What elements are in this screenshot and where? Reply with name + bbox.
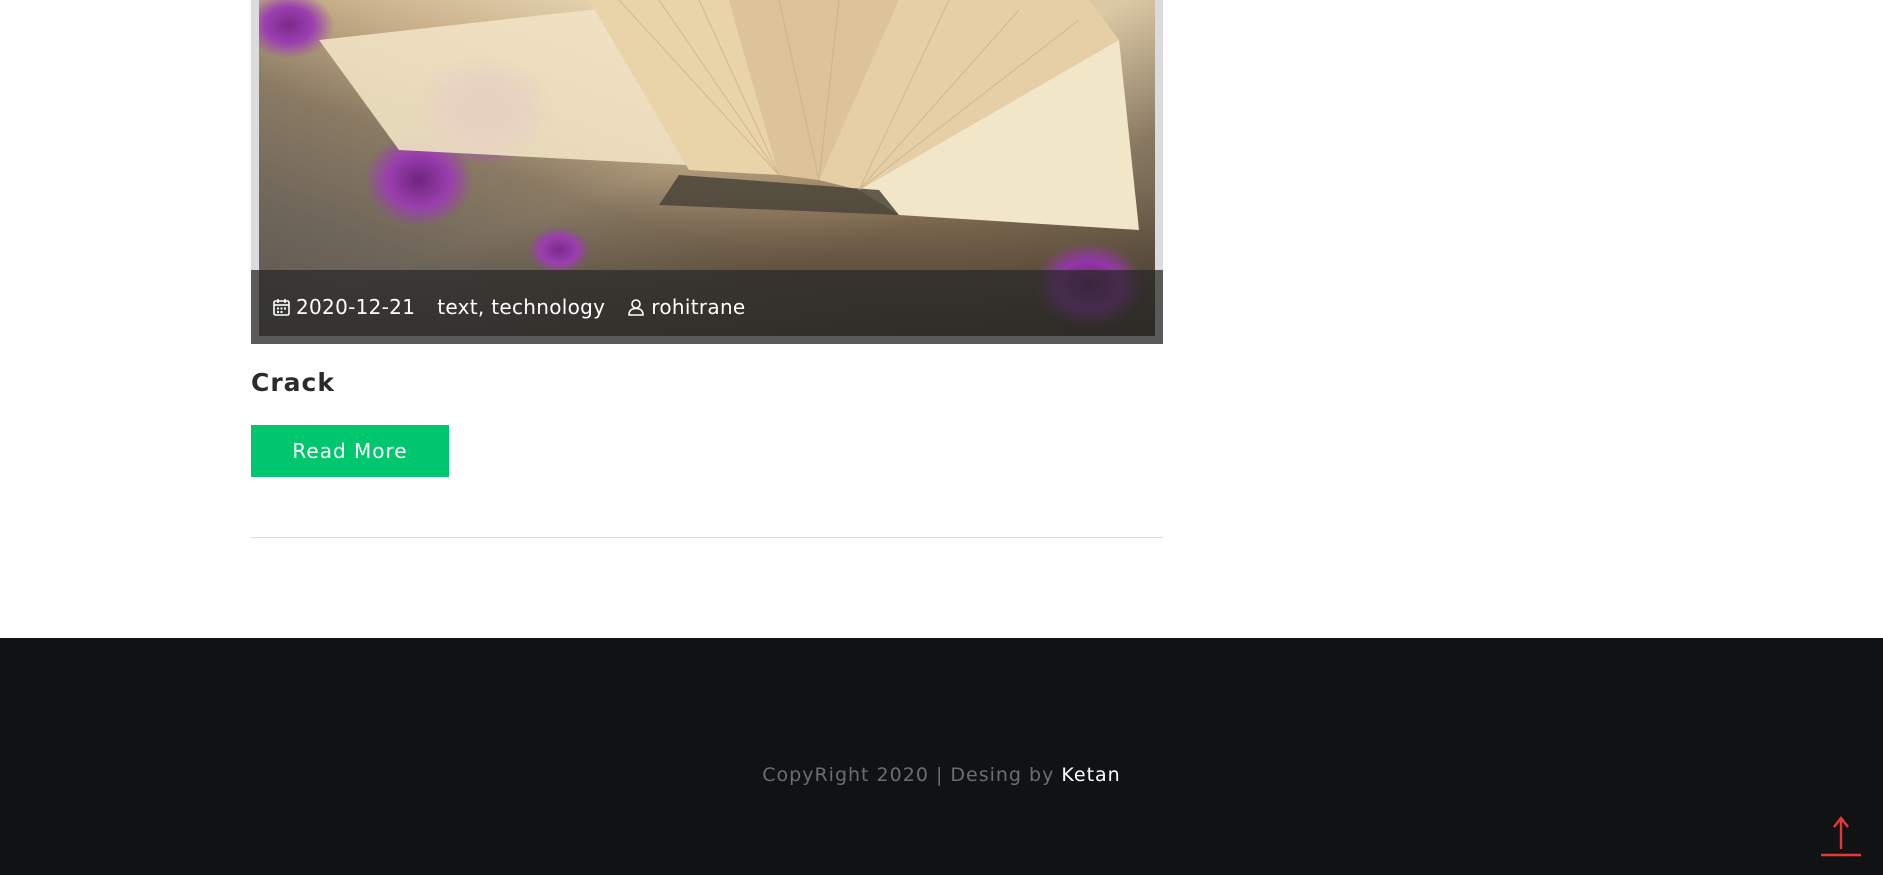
copyright-text: CopyRight 2020 | Desing by Ketan — [0, 764, 1883, 786]
post-meta-bar: 2020-12-21 text, technology rohitrane — [251, 270, 1163, 344]
back-to-top-button[interactable] — [1821, 815, 1861, 861]
post-date: 2020-12-21 — [273, 295, 415, 319]
arrow-up-icon — [1821, 816, 1861, 857]
user-icon — [628, 299, 645, 316]
post-date-text: 2020-12-21 — [296, 295, 416, 319]
site-footer: CopyRight 2020 | Desing by Ketan — [0, 638, 1883, 875]
post-author[interactable]: rohitrane — [627, 295, 745, 319]
post-title[interactable]: Crack — [251, 368, 335, 397]
blog-post-card: 2020-12-21 text, technology rohitrane Cr… — [251, 0, 1163, 538]
post-divider — [251, 537, 1163, 538]
post-categories[interactable]: text, technology — [437, 295, 605, 319]
post-author-text[interactable]: rohitrane — [651, 295, 745, 319]
read-more-button[interactable]: Read More — [251, 425, 449, 477]
copyright-prefix: CopyRight 2020 | Desing by — [762, 764, 1062, 786]
page: 2020-12-21 text, technology rohitrane Cr… — [0, 0, 1883, 875]
post-categories-text[interactable]: text, technology — [437, 295, 605, 319]
post-thumbnail[interactable]: 2020-12-21 text, technology rohitrane — [251, 0, 1163, 344]
footer-author-link[interactable]: Ketan — [1061, 764, 1120, 786]
calendar-icon — [273, 299, 290, 316]
